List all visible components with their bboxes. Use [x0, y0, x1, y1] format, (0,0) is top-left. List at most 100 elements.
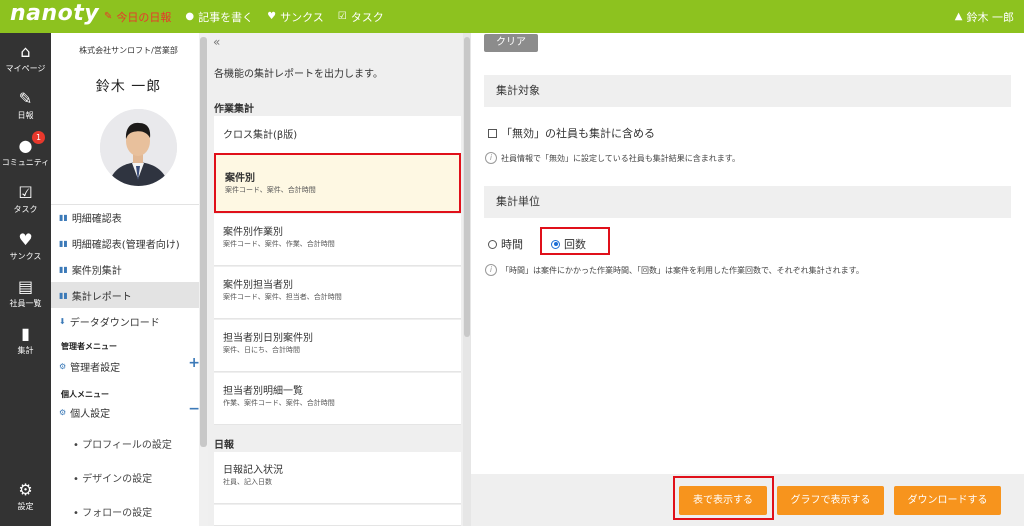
- action-footer: 表で表示する グラフで表示する ダウンロードする: [471, 474, 1024, 526]
- report-card-subtitle: 社員、記入日数: [223, 478, 272, 486]
- heart-icon: ♥: [267, 11, 277, 22]
- user-name: 鈴木 一郎: [966, 10, 1015, 24]
- unit-header: 集計単位: [484, 186, 1011, 218]
- gear-icon: ⚙: [59, 361, 67, 371]
- menu-personal-settings-label: 個人設定: [70, 408, 111, 420]
- menu-data-download[interactable]: ⬇ データダウンロード: [51, 308, 206, 334]
- menu-detail-check-admin-label: 明細確認表(管理者向け): [71, 239, 180, 251]
- report-card-daily-status[interactable]: 日報記入状況 社員、記入日数: [214, 452, 461, 504]
- rail-mypage-label: マイページ: [5, 64, 46, 73]
- rail-report[interactable]: ✎ 日報: [0, 90, 51, 121]
- sub-item-follow[interactable]: • フォローの設定: [73, 504, 152, 519]
- menu-detail-check-admin[interactable]: ▮▮ 明細確認表(管理者向け): [51, 230, 206, 256]
- rail-task-label: タスク: [13, 205, 38, 214]
- report-card-subtitle: 案件コード、案件、作業、合計時間: [223, 240, 335, 248]
- gear-icon: ⚙: [18, 480, 33, 499]
- include-invalid-checkbox[interactable]: 「無効」の社員も集計に含める: [488, 125, 655, 141]
- menu-aggregate-report-label: 集計レポート: [71, 291, 132, 303]
- menu-admin-settings-label: 管理者設定: [70, 362, 121, 374]
- side-menu: 株式会社サンロフト/営業部 鈴木 一郎 ▮▮ 明細確認表 ▮▮ 明細確認表(管理…: [51, 33, 206, 526]
- checkbox[interactable]: [488, 128, 497, 138]
- sub-item-design[interactable]: • デザインの設定: [73, 470, 152, 485]
- rail-thanks[interactable]: ♥ サンクス: [0, 231, 51, 262]
- nav-today-report[interactable]: ✎ 今日の日報: [104, 9, 171, 25]
- bar-chart-icon: ▮▮: [59, 238, 68, 248]
- rail-report-label: 日報: [17, 111, 34, 120]
- bar-chart-icon: ▮▮: [59, 264, 68, 274]
- radio-button[interactable]: [488, 239, 497, 249]
- report-card-project-person[interactable]: 案件別担当者別 案件コード、案件、担当者、合計時間: [214, 267, 461, 319]
- section-daily-report: 日報: [214, 440, 234, 451]
- rail-aggregate[interactable]: ▮ 集計: [0, 325, 51, 356]
- sub-item-profile[interactable]: • プロフィールの設定: [73, 436, 172, 451]
- notification-badge: 1: [32, 131, 45, 144]
- app-logo[interactable]: nanoty: [10, 1, 99, 26]
- menu-admin-settings[interactable]: ⚙ 管理者設定: [51, 353, 206, 379]
- top-bar: nanoty ✎ 今日の日報 ● 記事を書く ♥ サンクス ☑ タスク ▲ 鈴木…: [0, 0, 1024, 33]
- unit-radio-count[interactable]: 回数: [551, 236, 586, 252]
- rail-employees[interactable]: ▤ 社員一覧: [0, 278, 51, 309]
- report-card-title: 担当者別日別案件別: [223, 333, 313, 344]
- rail-mypage[interactable]: ⌂ マイページ: [0, 43, 51, 74]
- unit-radio-time[interactable]: 時間: [488, 236, 523, 252]
- unit-radio-time-label: 時間: [501, 238, 523, 251]
- sub-item-profile-label: プロフィールの設定: [82, 440, 172, 451]
- report-list: « 各機能の集計レポートを出力します。 作業集計 クロス集計(β版) 案件別 案…: [208, 33, 471, 526]
- report-card-title: 案件別: [225, 173, 255, 184]
- report-card-person-detail[interactable]: 担当者別明細一覧 作業、案件コード、案件、合計時間: [214, 373, 461, 425]
- include-invalid-label: 「無効」の社員も集計に含める: [501, 127, 655, 140]
- menu-personal-settings[interactable]: ⚙ 個人設定: [51, 399, 206, 425]
- include-invalid-note: i 社員情報で「無効」に設定している社員も集計結果に含まれます。: [485, 152, 740, 164]
- download-button[interactable]: ダウンロードする: [894, 486, 1001, 515]
- collapse-icon[interactable]: «: [213, 35, 220, 49]
- report-card-next[interactable]: [214, 505, 461, 526]
- report-list-scrollbar[interactable]: [463, 33, 471, 526]
- show-graph-button[interactable]: グラフで表示する: [777, 486, 884, 515]
- target-header: 集計対象: [484, 75, 1011, 107]
- report-card-project-work[interactable]: 案件別作業別 案件コード、案件、作業、合計時間: [214, 214, 461, 266]
- task-icon: ☑: [337, 11, 347, 22]
- report-card-subtitle: 作業、案件コード、案件、合計時間: [223, 399, 335, 407]
- report-card-person-date-project[interactable]: 担当者別日別案件別 案件、日にち、合計時間: [214, 320, 461, 372]
- nav-task-label: タスク: [350, 10, 384, 24]
- menu-detail-check[interactable]: ▮▮ 明細確認表: [51, 204, 206, 230]
- user-icon: ▲: [954, 11, 963, 22]
- report-card-subtitle: 案件、日にち、合計時間: [223, 346, 300, 354]
- report-card-cross[interactable]: クロス集計(β版): [214, 116, 461, 154]
- report-icon: ✎: [18, 89, 33, 108]
- sub-item-follow-label: フォローの設定: [82, 508, 153, 519]
- section-work-aggregate: 作業集計: [214, 104, 254, 115]
- rail-task[interactable]: ☑ タスク: [0, 184, 51, 215]
- rail-community[interactable]: 1 ● コミュニティ: [0, 131, 51, 168]
- avatar: [100, 109, 177, 186]
- menu-project-aggregate[interactable]: ▮▮ 案件別集計: [51, 256, 206, 282]
- info-icon: i: [485, 264, 497, 276]
- report-description: 各機能の集計レポートを出力します。: [214, 69, 383, 80]
- scrollbar-thumb[interactable]: [200, 37, 207, 447]
- rail-settings-label: 設定: [17, 502, 34, 511]
- top-nav: ✎ 今日の日報 ● 記事を書く ♥ サンクス ☑ タスク: [104, 0, 398, 33]
- menu-project-aggregate-label: 案件別集計: [71, 265, 122, 277]
- scrollbar-thumb[interactable]: [464, 37, 470, 337]
- user-menu[interactable]: ▲ 鈴木 一郎: [955, 0, 1014, 33]
- aggregate-icon: ▮: [21, 324, 30, 343]
- info-icon: i: [485, 152, 497, 164]
- clear-button[interactable]: クリア: [484, 34, 538, 52]
- nav-task[interactable]: ☑ タスク: [338, 9, 384, 25]
- nav-write-article[interactable]: ● 記事を書く: [185, 9, 253, 25]
- icon-rail: ⌂ マイページ ✎ 日報 1 ● コミュニティ ☑ タスク ♥ サンクス ▤ 社…: [0, 33, 51, 526]
- nav-write-article-label: 記事を書く: [198, 10, 254, 24]
- bar-chart-icon: ▮▮: [59, 212, 68, 222]
- menu-aggregate-report[interactable]: ▮▮ 集計レポート: [51, 282, 206, 308]
- sub-item-design-label: デザインの設定: [82, 474, 153, 485]
- side-menu-scrollbar[interactable]: [199, 33, 208, 526]
- report-card-by-project[interactable]: 案件別 案件コード、案件、合計時間: [214, 153, 461, 213]
- nav-thanks-label: サンクス: [280, 10, 324, 24]
- nav-thanks[interactable]: ♥ サンクス: [267, 9, 324, 25]
- show-table-button[interactable]: 表で表示する: [679, 486, 767, 515]
- settings-panel: クリア 集計対象 「無効」の社員も集計に含める i 社員情報で「無効」に設定して…: [471, 33, 1024, 526]
- radio-button-selected[interactable]: [551, 239, 560, 249]
- unit-note-text: 「時間」は案件にかかった作業時間、「回数」は案件を利用した作業回数で、それぞれ集…: [501, 265, 864, 275]
- report-card-subtitle: 案件コード、案件、合計時間: [225, 186, 316, 194]
- rail-settings[interactable]: ⚙ 設定: [0, 481, 51, 512]
